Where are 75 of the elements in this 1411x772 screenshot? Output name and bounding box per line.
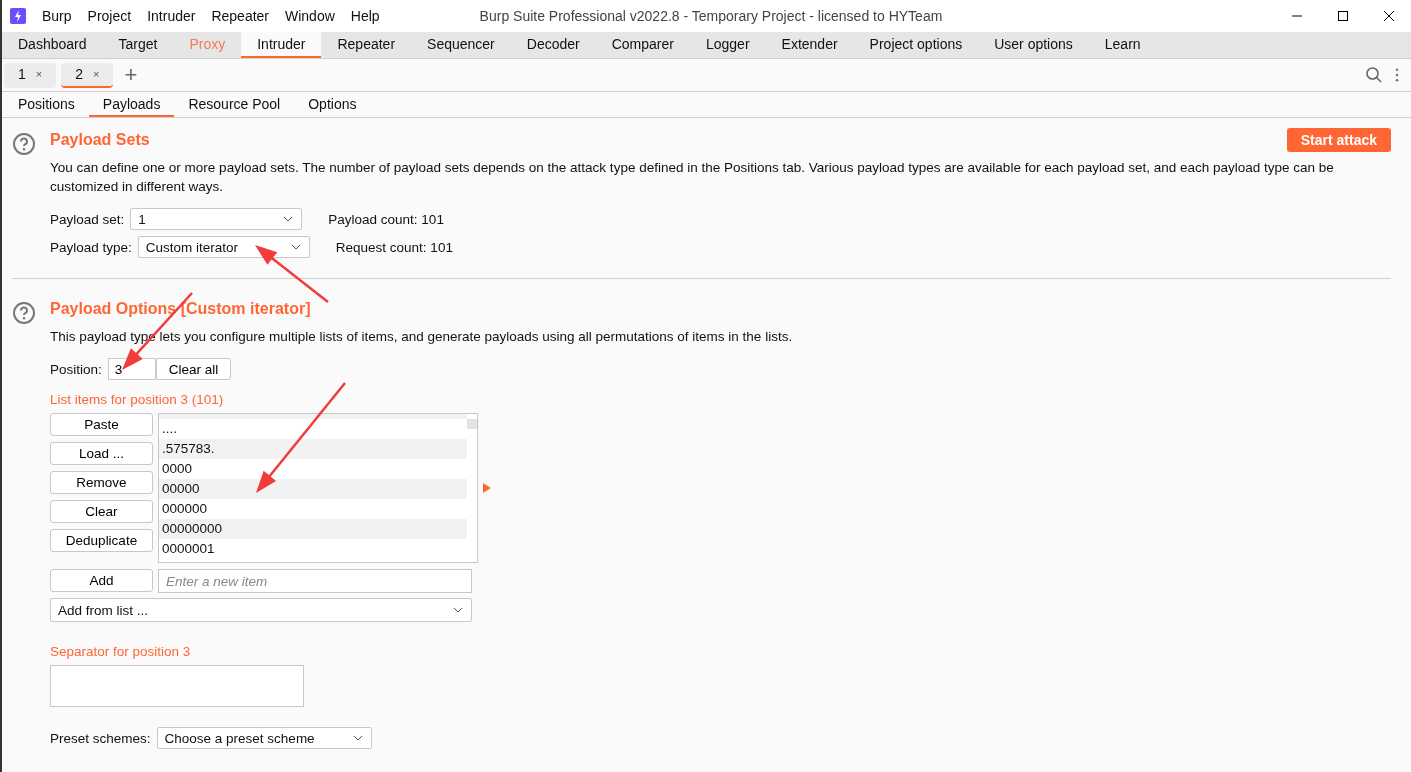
attack-tab[interactable]: 1 × bbox=[4, 62, 57, 88]
list-item[interactable]: 0000 bbox=[159, 459, 467, 479]
expand-arrow-icon[interactable] bbox=[483, 483, 491, 493]
list-item[interactable]: .575783. bbox=[159, 439, 467, 459]
new-tab-button[interactable]: + bbox=[124, 62, 138, 88]
list-item[interactable]: 000000 bbox=[159, 499, 467, 519]
request-count-text: Request count: 101 bbox=[335, 239, 453, 255]
list-item[interactable]: 00000 bbox=[159, 479, 467, 499]
maximize-icon[interactable] bbox=[1337, 10, 1349, 22]
main-tab[interactable]: Learn bbox=[1088, 32, 1157, 58]
list-action-button[interactable]: Load ... bbox=[50, 442, 153, 465]
list-item[interactable]: 0000001 bbox=[159, 539, 467, 559]
sub-tab[interactable]: Positions bbox=[4, 92, 89, 117]
list-action-button[interactable]: Clear bbox=[50, 500, 153, 523]
field-label: Payload type: bbox=[50, 239, 132, 255]
add-from-list-dropdown[interactable]: Add from list ... bbox=[50, 598, 472, 622]
menu-item[interactable]: Window bbox=[285, 8, 335, 24]
main-tab[interactable]: Logger bbox=[689, 32, 766, 58]
tab-number: 2 bbox=[75, 66, 84, 82]
main-tab[interactable]: Dashboard bbox=[2, 32, 103, 58]
attack-tab[interactable]: 2 × bbox=[61, 62, 114, 88]
list-title: List items for position 3 (101) bbox=[50, 392, 225, 407]
field-label: Position: bbox=[50, 361, 102, 377]
main-tab[interactable]: Project options bbox=[853, 32, 979, 58]
payload-count-text: Payload count: 101 bbox=[328, 211, 444, 227]
more-options-icon[interactable] bbox=[1395, 68, 1399, 82]
clear-all-button[interactable]: Clear all bbox=[155, 358, 232, 380]
separator-field[interactable] bbox=[50, 665, 304, 707]
close-icon[interactable] bbox=[1383, 10, 1395, 22]
chevron-down-icon bbox=[352, 735, 363, 741]
description-text: You can define one or more payload sets. The number of payload sets depends on the attack type defined in the Positions tab. Various payload types are available for each payload set, and each payload type can be customized in different ways. bbox=[50, 159, 1335, 196]
payload-type-dropdown[interactable]: Custom iterator bbox=[137, 236, 310, 258]
items-list[interactable]: .... .575783. 0000 00000 000000 00000000 0000001 bbox=[158, 413, 478, 563]
scrollbar-thumb[interactable] bbox=[467, 419, 477, 429]
app-logo-icon bbox=[10, 8, 26, 24]
section-title: Payload Options [Custom iterator] bbox=[50, 300, 311, 318]
add-button[interactable]: Add bbox=[50, 569, 153, 592]
list-item[interactable]: .... bbox=[159, 419, 467, 439]
menu-item[interactable]: Help bbox=[350, 8, 380, 24]
list-action-button[interactable]: Paste bbox=[50, 413, 153, 436]
menu-item[interactable]: Repeater bbox=[211, 8, 269, 24]
help-icon[interactable] bbox=[12, 301, 36, 325]
window-title: Burp Suite Professional v2022.8 - Temporary Project - licensed to HYTeam bbox=[479, 8, 944, 24]
main-tab[interactable]: Repeater bbox=[321, 32, 412, 58]
chevron-down-icon bbox=[290, 244, 301, 250]
field-label: Preset schemes: bbox=[50, 730, 151, 746]
main-tab[interactable]: Target bbox=[102, 32, 174, 58]
main-tab[interactable]: Decoder bbox=[510, 32, 596, 58]
section-title: Payload Sets bbox=[50, 131, 150, 149]
list-action-button[interactable]: Deduplicate bbox=[50, 529, 153, 552]
main-tab[interactable]: User options bbox=[978, 32, 1089, 58]
menu-item[interactable]: Intruder bbox=[147, 8, 196, 24]
chevron-down-icon bbox=[283, 216, 294, 222]
main-tab[interactable]: Sequencer bbox=[411, 32, 511, 58]
payload-set-dropdown[interactable]: 1 bbox=[130, 208, 303, 230]
main-tab[interactable]: Comparer bbox=[595, 32, 690, 58]
close-tab-icon[interactable]: × bbox=[93, 68, 100, 80]
list-item[interactable]: 00000000 bbox=[159, 519, 467, 539]
close-tab-icon[interactable]: × bbox=[35, 68, 43, 80]
search-icon[interactable] bbox=[1365, 66, 1383, 84]
tab-number: 1 bbox=[18, 66, 26, 82]
field-label: Payload set: bbox=[50, 211, 125, 227]
main-tab[interactable]: Intruder bbox=[241, 32, 322, 58]
separator-title: Separator for position 3 bbox=[50, 644, 192, 659]
sub-tab[interactable]: Options bbox=[294, 92, 371, 117]
preset-scheme-dropdown[interactable]: Choose a preset scheme bbox=[156, 727, 372, 749]
menu-item[interactable]: Burp bbox=[42, 8, 72, 24]
help-icon[interactable] bbox=[12, 132, 36, 156]
new-item-field[interactable]: Enter a new item bbox=[158, 569, 472, 593]
chevron-down-icon bbox=[453, 607, 463, 613]
menu-item[interactable]: Project bbox=[87, 8, 132, 24]
sub-tab[interactable]: Payloads bbox=[88, 92, 175, 117]
main-tab[interactable]: Extender bbox=[765, 32, 854, 58]
sub-tab[interactable]: Resource Pool bbox=[174, 92, 295, 117]
list-action-button[interactable]: Remove bbox=[50, 471, 153, 494]
